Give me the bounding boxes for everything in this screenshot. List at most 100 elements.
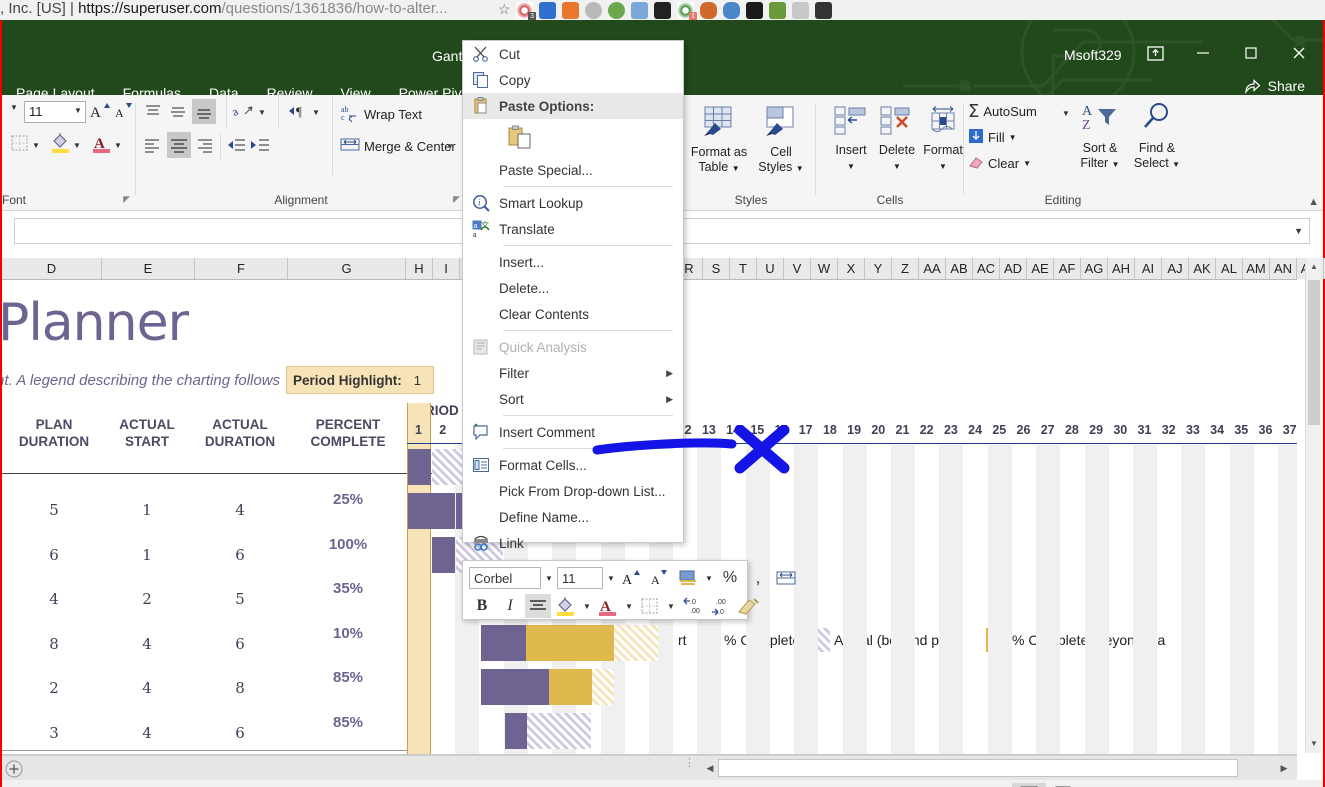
cell-row5-actual-start[interactable]: 4: [102, 724, 192, 742]
percent-format-button[interactable]: %: [717, 566, 743, 590]
fill-button[interactable]: Fill ▼: [968, 128, 1017, 147]
text-direction-icon[interactable]: ¶: [286, 100, 310, 125]
borders-dropdown-arrow[interactable]: ▼: [32, 141, 40, 150]
browser-address-bar[interactable]: , Inc. [US] | https://superuser.com/ques…: [0, 0, 448, 20]
ext-mail-icon[interactable]: [815, 1, 832, 19]
cell-row5-plan-duration[interactable]: 3: [8, 724, 100, 742]
shrink-font-icon[interactable]: A: [647, 566, 673, 590]
column-header-Z[interactable]: Z: [892, 258, 919, 279]
merge-center-dropdown-arrow[interactable]: ▼: [446, 142, 454, 151]
fill-color-icon[interactable]: [553, 594, 579, 618]
ext-whatsapp-icon[interactable]: [769, 1, 786, 19]
scroll-left-icon[interactable]: ◀: [702, 759, 718, 777]
increase-indent-icon[interactable]: [250, 135, 272, 158]
minimize-icon[interactable]: [1180, 38, 1226, 68]
font-dialog-launcher-icon[interactable]: ◤: [123, 194, 130, 205]
cell-row0-percent-complete[interactable]: 25%: [290, 491, 406, 508]
cell-styles-button[interactable]: Cell Styles ▼: [750, 105, 812, 176]
merge-center-icon[interactable]: [773, 566, 799, 590]
menu-item-translate[interactable]: a a 文 Translate: [463, 216, 683, 242]
column-header-W[interactable]: W: [811, 258, 838, 279]
column-header-H[interactable]: H: [406, 258, 433, 279]
align-center-icon[interactable]: [525, 594, 551, 618]
column-header-S[interactable]: S: [703, 258, 730, 279]
column-header-AM[interactable]: AM: [1243, 258, 1270, 279]
ext-cup-icon[interactable]: [723, 1, 740, 19]
menu-item-cut[interactable]: Cut: [463, 41, 683, 67]
menu-item-delete[interactable]: Delete...: [463, 275, 683, 301]
column-header-AD[interactable]: AD: [1000, 258, 1027, 279]
tab-data[interactable]: Data: [195, 81, 253, 95]
align-middle-icon[interactable]: [167, 102, 189, 125]
ext-office-icon[interactable]: [562, 1, 579, 19]
column-header-AI[interactable]: AI: [1135, 258, 1162, 279]
ext-phone2-icon[interactable]: 1: [677, 1, 697, 20]
align-right-icon[interactable]: [194, 135, 216, 158]
fill-color-icon[interactable]: [50, 132, 71, 157]
cell-row4-plan-duration[interactable]: 2: [8, 679, 100, 697]
sort-filter-button[interactable]: AZ Sort & Filter ▼: [1072, 101, 1128, 172]
ext-bat-icon[interactable]: [746, 1, 763, 19]
cell-row4-actual-start[interactable]: 4: [102, 679, 192, 697]
mini-font-name-arrow[interactable]: ▼: [543, 574, 555, 583]
menu-item-copy[interactable]: Copy: [463, 67, 683, 93]
bold-button[interactable]: B: [469, 594, 495, 618]
ext-shield-icon[interactable]: [700, 1, 717, 19]
column-header-X[interactable]: X: [838, 258, 865, 279]
maximize-icon[interactable]: [1228, 38, 1274, 68]
accounting-format-arrow[interactable]: ▼: [703, 574, 715, 583]
column-header-T[interactable]: T: [730, 258, 757, 279]
format-as-table-button[interactable]: Format as Table ▼: [688, 105, 750, 176]
menu-item-filter[interactable]: Filter ▶: [463, 360, 683, 386]
column-header-AC[interactable]: AC: [973, 258, 1000, 279]
column-header-G[interactable]: G: [288, 258, 406, 279]
column-header-U[interactable]: U: [757, 258, 784, 279]
font-color-icon[interactable]: A: [91, 132, 112, 157]
cell-row2-actual-start[interactable]: 2: [102, 590, 192, 608]
ext-key-icon[interactable]: [792, 1, 809, 19]
cell-row2-plan-duration[interactable]: 4: [8, 590, 100, 608]
column-header-V[interactable]: V: [784, 258, 811, 279]
increase-decimal-icon[interactable]: .00.0: [707, 594, 733, 618]
mini-font-name[interactable]: Corbel: [469, 567, 541, 589]
menu-item-paste-options[interactable]: Paste Options:: [463, 93, 683, 119]
column-header-AA[interactable]: AA: [919, 258, 946, 279]
menu-item-pick-from-drop-down-list[interactable]: Pick From Drop-down List...: [463, 478, 683, 504]
cell-row1-actual-duration[interactable]: 6: [194, 546, 286, 564]
tab-page-layout[interactable]: Page Layout: [2, 81, 109, 95]
merge-center-button[interactable]: Merge & Center: [340, 135, 456, 158]
font-color-arrow[interactable]: ▼: [623, 602, 635, 611]
cell-row0-actual-start[interactable]: 1: [102, 501, 192, 519]
chevron-down-icon[interactable]: ▼: [1294, 226, 1303, 236]
find-select-button[interactable]: Find & Select ▼: [1128, 101, 1186, 172]
cell-row3-percent-complete[interactable]: 10%: [290, 625, 406, 642]
column-header-AN[interactable]: AN: [1270, 258, 1297, 279]
mini-font-size[interactable]: 11: [557, 567, 603, 589]
menu-item-insert-comment[interactable]: Insert Comment: [463, 419, 683, 445]
cell-row1-actual-start[interactable]: 1: [102, 546, 192, 564]
column-header-F[interactable]: F: [195, 258, 288, 279]
cell-row3-actual-duration[interactable]: 6: [194, 635, 286, 653]
menu-item-paste-special[interactable]: Paste Special...: [463, 157, 683, 183]
collapse-ribbon-icon[interactable]: ▲: [1308, 196, 1319, 208]
tab-review[interactable]: Review: [253, 81, 327, 95]
column-header-E[interactable]: E: [102, 258, 195, 279]
menu-item-define-name[interactable]: Define Name...: [463, 504, 683, 530]
orientation-dropdown-arrow[interactable]: ▼: [258, 108, 266, 117]
borders-icon[interactable]: [10, 133, 30, 156]
grow-font-icon[interactable]: A: [88, 100, 110, 125]
ext-apps-icon[interactable]: [654, 1, 671, 19]
alignment-dialog-launcher-icon[interactable]: ◤: [453, 194, 460, 205]
autosum-dropdown-arrow[interactable]: ▼: [1062, 109, 1070, 118]
menu-item-clear-contents[interactable]: Clear Contents: [463, 301, 683, 327]
column-header-AB[interactable]: AB: [946, 258, 973, 279]
borders-icon[interactable]: [637, 594, 663, 618]
cell-row3-plan-duration[interactable]: 8: [8, 635, 100, 653]
column-header-Y[interactable]: Y: [865, 258, 892, 279]
align-bottom-icon[interactable]: [192, 99, 216, 124]
menu-item-link[interactable]: Link: [463, 530, 683, 556]
paste-keep-formatting-icon[interactable]: [507, 125, 533, 152]
font-name-dropdown-arrow[interactable]: ▼: [10, 103, 18, 112]
font-color-icon[interactable]: A: [595, 594, 621, 618]
menu-item-insert[interactable]: Insert...: [463, 249, 683, 275]
